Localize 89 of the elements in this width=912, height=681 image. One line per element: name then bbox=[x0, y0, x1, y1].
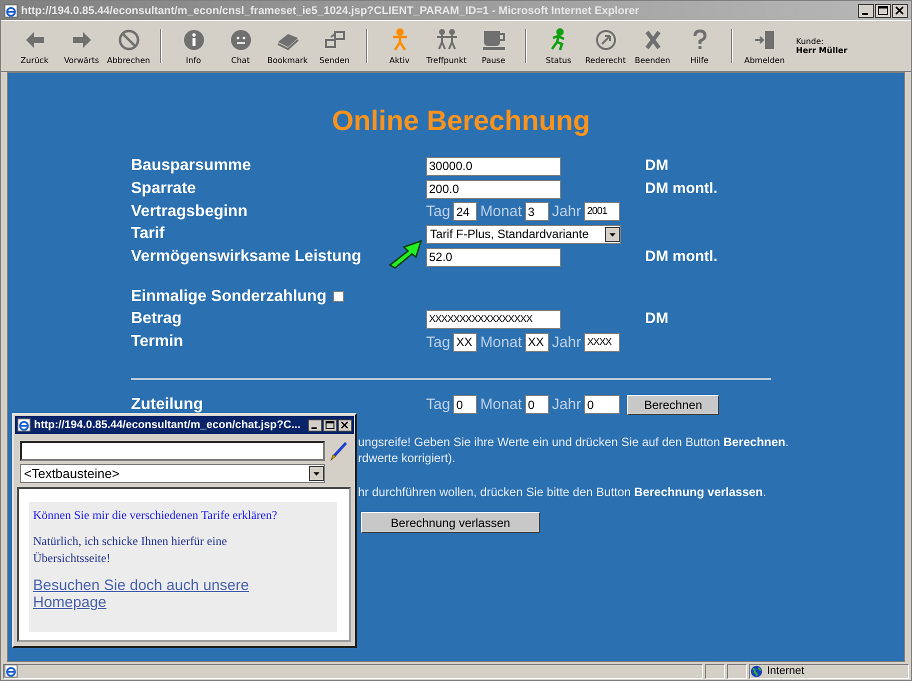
date-label: Tag bbox=[426, 203, 450, 220]
date-field[interactable]: 0 bbox=[524, 395, 549, 414]
unit-label: DM montl. bbox=[645, 180, 718, 198]
date-field[interactable]: 2001 bbox=[584, 202, 620, 222]
status-pane bbox=[705, 664, 725, 678]
globe-icon bbox=[750, 664, 763, 678]
homepage-link[interactable]: Besuchen Sie doch auch unsere Homepage bbox=[33, 577, 273, 611]
bookmark-button[interactable]: Bookmark bbox=[264, 28, 311, 64]
dropdown-field[interactable]: Tarif F-Plus, Standardvariante bbox=[426, 224, 621, 244]
snippets-dropdown[interactable]: <Textbausteine> bbox=[20, 464, 325, 483]
zone-label: Internet bbox=[767, 665, 804, 677]
pause-button[interactable]: Pause bbox=[470, 28, 517, 64]
chat-button[interactable]: Chat bbox=[217, 28, 264, 64]
smiley-icon bbox=[228, 28, 252, 52]
unit-label: DM montl. bbox=[645, 248, 718, 266]
unit-label: DM bbox=[645, 310, 668, 328]
minimize-button[interactable] bbox=[858, 4, 874, 18]
pen-icon[interactable] bbox=[329, 441, 347, 461]
field-label: Tarif bbox=[131, 225, 164, 244]
end-button[interactable]: Beenden bbox=[629, 28, 676, 64]
browser-icon bbox=[4, 4, 18, 18]
info-button[interactable]: Info bbox=[170, 28, 217, 64]
info-icon bbox=[182, 28, 206, 52]
date-field[interactable]: 0 bbox=[453, 395, 478, 414]
maximize-button[interactable] bbox=[875, 4, 891, 18]
info-text: hr durchführen wollen, drücken Sie bitte den Button Berechnung verlassen. bbox=[358, 484, 768, 500]
date-label: Tag bbox=[426, 334, 450, 351]
field-label: Betrag bbox=[131, 310, 182, 328]
compass-icon bbox=[594, 28, 618, 52]
maximize-button[interactable] bbox=[323, 418, 337, 432]
field-label: Bausparsumme bbox=[131, 157, 252, 176]
meeting-button[interactable]: Treffpunkt bbox=[423, 28, 470, 64]
text-field[interactable]: 200.0 bbox=[426, 180, 561, 199]
window-title: http://194.0.85.44/econsultant/m_econ/chat.jsp?C... bbox=[34, 419, 302, 431]
send-button[interactable]: Senden bbox=[311, 28, 358, 64]
unit-label: DM bbox=[645, 157, 668, 174]
date-field[interactable]: 0 bbox=[584, 395, 620, 414]
browser-icon bbox=[17, 418, 31, 432]
people-icon bbox=[434, 28, 458, 52]
date-label: Monat bbox=[480, 334, 522, 351]
exit-button[interactable]: Berechnung verlassen bbox=[361, 512, 540, 534]
date-field[interactable]: XX bbox=[524, 332, 549, 352]
date-label: Jahr bbox=[552, 396, 582, 414]
checkbox[interactable] bbox=[332, 291, 344, 302]
date-field[interactable]: XXXX bbox=[584, 332, 620, 352]
text-field[interactable]: XXXXXXXXXXXXXXXXX bbox=[426, 310, 561, 330]
stop-icon bbox=[116, 28, 140, 52]
stop-button[interactable]: Abbrechen bbox=[105, 28, 152, 64]
customer-name: Herr Müller bbox=[796, 46, 848, 55]
status-pane bbox=[727, 664, 747, 678]
caret-icon[interactable] bbox=[605, 226, 620, 242]
calculate-button[interactable]: Berechnen bbox=[627, 394, 720, 415]
close-button[interactable] bbox=[338, 418, 352, 432]
field-label: Vermögenswirksame Leistung bbox=[131, 248, 362, 266]
minimize-button[interactable] bbox=[308, 418, 322, 432]
page-icon bbox=[4, 664, 18, 678]
field-label: Einmalige Sonderzahlung bbox=[131, 288, 327, 306]
caret-icon[interactable] bbox=[309, 466, 324, 481]
close-button[interactable] bbox=[892, 4, 908, 18]
date-field[interactable]: 3 bbox=[524, 202, 549, 222]
window-title: http://194.0.85.44/econsultant/m_econ/cnsl_frameset_ie5_1024.jsp?CLIENT_PARAM_ID=1 - Microsoft Internet Explorer bbox=[21, 4, 640, 16]
field-label: Zuteilung bbox=[131, 396, 203, 414]
back-button[interactable]: Zurück bbox=[11, 28, 58, 64]
field-label: Vertragsbeginn bbox=[131, 202, 248, 221]
date-label: Tag bbox=[426, 396, 450, 414]
floor-button[interactable]: Rederecht bbox=[582, 28, 629, 64]
date-field[interactable]: XX bbox=[453, 332, 478, 352]
info-text: ungsreife! Geben Sie ihre Werte ein und drücken Sie auf den Button Berechnen. bbox=[358, 434, 790, 450]
date-label: Jahr bbox=[552, 203, 582, 220]
arrow-icon bbox=[388, 239, 424, 269]
date-label: Monat bbox=[480, 396, 522, 414]
customer-label: Kunde: bbox=[796, 37, 825, 46]
message-field[interactable] bbox=[20, 441, 325, 461]
field-label: Sparrate bbox=[131, 180, 196, 198]
help-button[interactable]: Hilfe bbox=[676, 28, 723, 64]
date-field[interactable]: 24 bbox=[453, 202, 478, 222]
active-button[interactable]: Aktiv bbox=[376, 28, 423, 64]
forward-button[interactable]: Vorwärts bbox=[58, 28, 105, 64]
page-title: Online Berechnung bbox=[332, 105, 590, 137]
logout-button[interactable]: Abmelden bbox=[741, 28, 788, 64]
chat-message: Können Sie mir die verschiedenen Tarife erklären? bbox=[33, 508, 278, 523]
chat-message: Natürlich, ich schicke Ihnen hierfür eine Übersichtsseite! bbox=[33, 533, 228, 567]
info-text: rdwerte korrigiert). bbox=[358, 450, 456, 466]
date-label: Jahr bbox=[552, 334, 582, 351]
text-field[interactable]: 52.0 bbox=[426, 248, 561, 267]
status-button[interactable]: Status bbox=[535, 28, 582, 64]
date-label: Monat bbox=[480, 203, 522, 220]
field-label: Termin bbox=[131, 333, 184, 352]
text-field[interactable]: 30000.0 bbox=[426, 156, 561, 176]
